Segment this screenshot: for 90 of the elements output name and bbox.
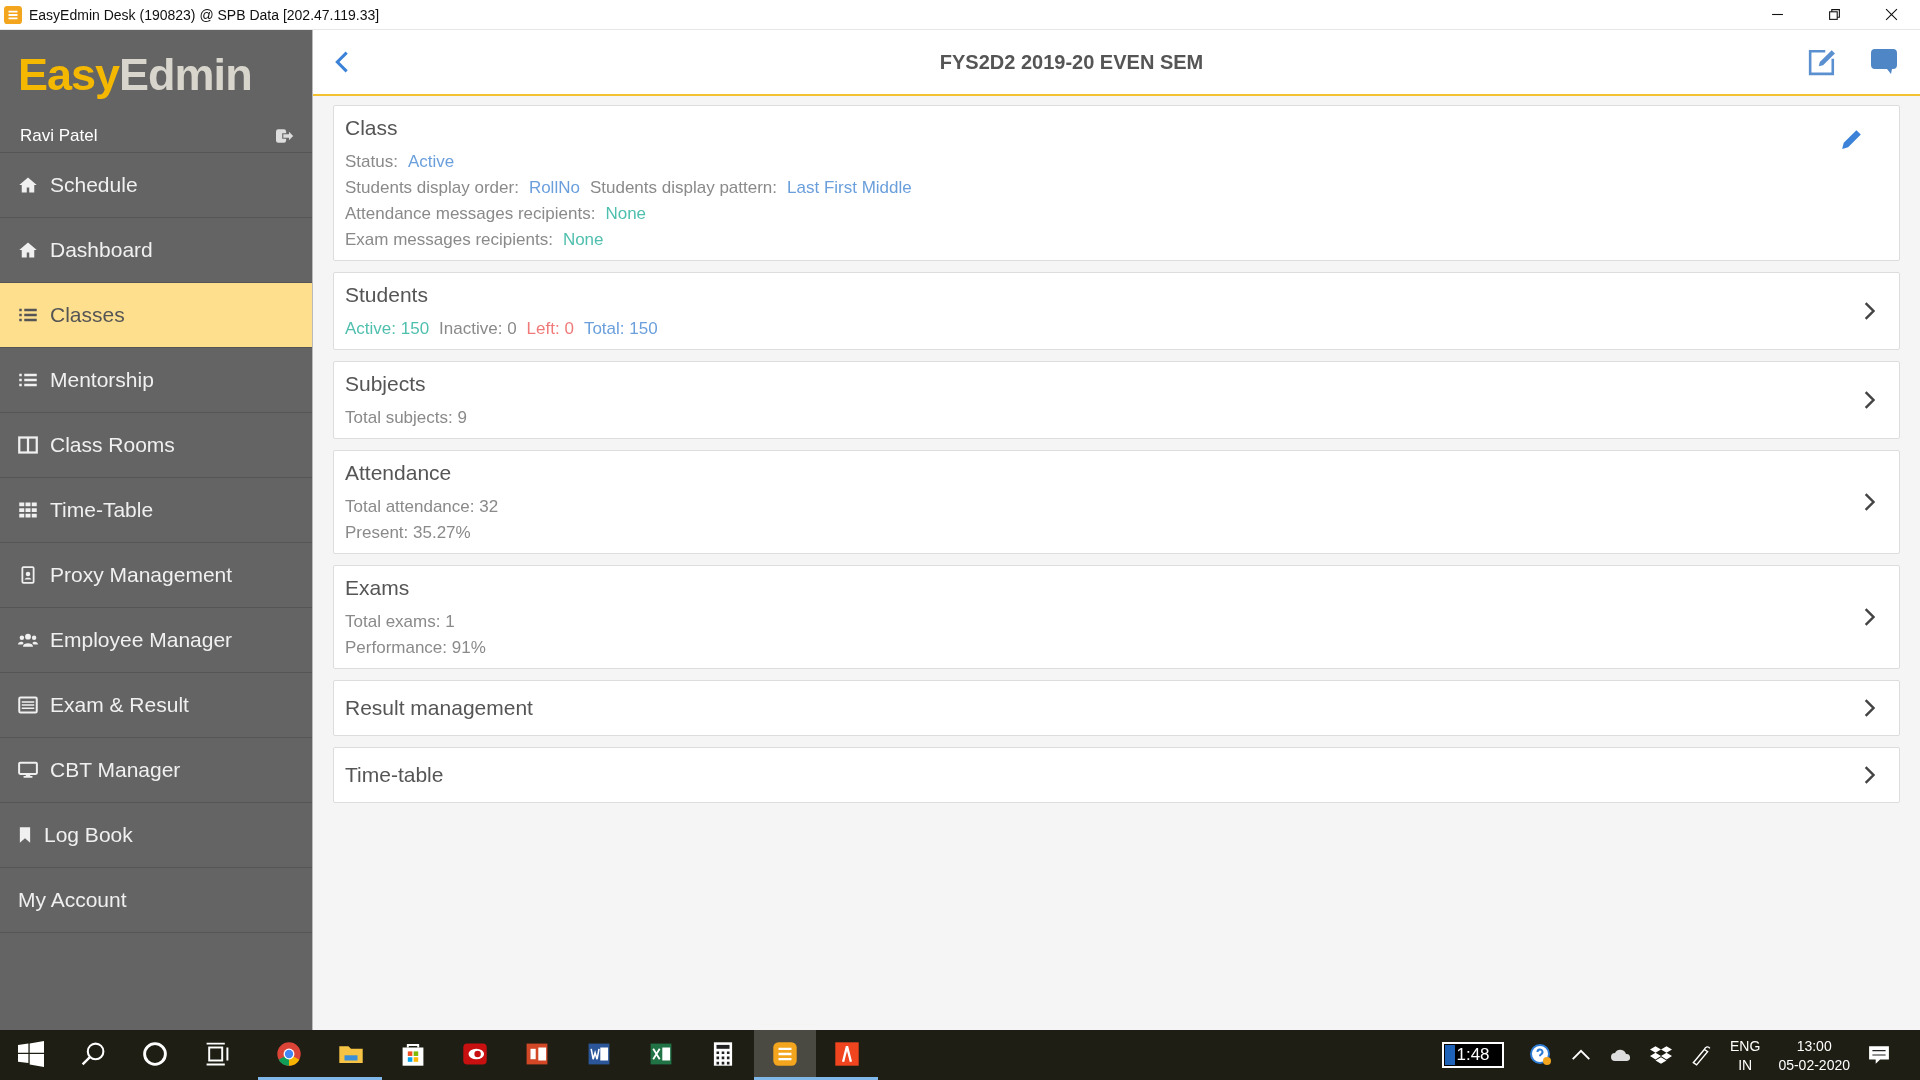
info-text: Total exams: 1: [345, 612, 455, 632]
clock-date[interactable]: 05-02-2020: [1778, 1056, 1850, 1073]
list-icon: [18, 371, 38, 389]
pen-icon[interactable]: [1690, 1044, 1713, 1066]
page-title: FYS2D2 2019-20 EVEN SEM: [938, 50, 1205, 74]
sidebar-item[interactable]: Employee Manager: [0, 608, 312, 673]
id-badge-icon: [18, 566, 38, 584]
card-background[interactable]: Subjects Total subjects: 9: [333, 361, 1900, 439]
search-icon: [80, 1040, 106, 1067]
logout-icon[interactable]: [276, 128, 294, 144]
card-background[interactable]: Class Status: Active Students display order: RollNo Students display pattern: Last First Middle Attendance messages recipients: None Exam messages recipients: None: [333, 105, 1900, 261]
circle-icon: [142, 1040, 168, 1067]
card-background[interactable]: Students Active: 150 Inactive: 0 Left: 0 Total: 150: [333, 272, 1900, 350]
restore-icon[interactable]: [1828, 8, 1841, 21]
sidebar-item[interactable]: Exam & Result: [0, 673, 312, 738]
sidebar-item[interactable]: CBT Manager: [0, 738, 312, 803]
app-icon: [4, 5, 22, 24]
list-icon: [18, 306, 38, 324]
sidebar-item[interactable]: Class Rooms: [0, 413, 312, 478]
info-text: Performance: 91%: [345, 638, 486, 658]
card-background[interactable]: Exams Total exams: 1 Performance: 91%: [333, 565, 1900, 669]
info-text: Active: 150: [345, 319, 430, 339]
info-text: Present: 35.27%: [345, 523, 471, 543]
chevron-right-icon[interactable]: [1863, 492, 1875, 512]
app-icon: [772, 1040, 798, 1067]
sidebar-item[interactable]: Proxy Management: [0, 543, 312, 608]
info-text: Students display pattern:: [589, 178, 778, 198]
card-title: Students: [345, 283, 429, 307]
clock-time[interactable]: 13:00: [1796, 1037, 1832, 1054]
taskbar-button[interactable]: [754, 1030, 816, 1080]
card-title: Subjects: [345, 372, 427, 396]
logo: EasyEdmin: [17, 48, 253, 102]
card-background[interactable]: Result management: [333, 680, 1900, 736]
columns-icon: [18, 436, 38, 454]
back-icon[interactable]: [335, 50, 349, 74]
info-text: Attendance messages recipients:: [345, 204, 596, 224]
info-text: Status:: [345, 152, 398, 172]
sidebar-item[interactable]: My Account: [0, 868, 312, 933]
sidebar-item[interactable]: Log Book: [0, 803, 312, 868]
close-icon[interactable]: [1885, 8, 1898, 21]
users-icon: [18, 631, 38, 649]
chevron-right-icon[interactable]: [1863, 698, 1875, 718]
chevron-right-icon[interactable]: [1863, 301, 1875, 321]
pencil-icon[interactable]: [1841, 128, 1863, 150]
sidebar-item[interactable]: Schedule: [0, 153, 312, 218]
chat-icon[interactable]: [1870, 48, 1898, 76]
window-title: EasyEdmin Desk (190823) @ SPB Data [202.47.119.33]: [29, 6, 380, 23]
user-name: Ravi Patel: [20, 126, 98, 146]
chevron-right-icon[interactable]: [1863, 607, 1875, 627]
bookmark-icon: [18, 826, 32, 844]
info-text: Active: [407, 152, 455, 172]
edit-icon[interactable]: [1808, 48, 1836, 76]
card-title: Exams: [345, 576, 411, 600]
info-text: None: [605, 204, 647, 224]
info-text: Total attendance: 32: [345, 497, 499, 517]
info-text: None: [562, 230, 604, 250]
card-title: Time-table: [345, 763, 445, 787]
info-text: Last First Middle: [787, 178, 912, 198]
card-title: Attendance: [345, 461, 453, 485]
notification-icon[interactable]: [1868, 1044, 1890, 1066]
sidebar-item[interactable]: Classes: [0, 283, 312, 348]
chevron-right-icon[interactable]: [1863, 390, 1875, 410]
pdf-app-icon: [834, 1040, 860, 1067]
help-icon[interactable]: [1530, 1044, 1553, 1066]
windows-logo-icon: [18, 1040, 44, 1067]
battery-indicator[interactable]: 1:48: [1442, 1042, 1505, 1068]
home-icon: [18, 176, 38, 194]
browser-icon: [276, 1040, 302, 1067]
box-icon[interactable]: [1650, 1044, 1673, 1066]
list-card-icon: [18, 696, 38, 714]
home-icon: [18, 241, 38, 259]
task-view-icon: [204, 1040, 230, 1067]
chevron-right-icon[interactable]: [1863, 765, 1875, 785]
grid-icon: [18, 501, 38, 519]
info-text: Left: 0: [526, 319, 574, 339]
info-text: Exam messages recipients:: [345, 230, 553, 250]
info-text: RollNo: [528, 178, 580, 198]
info-text: Inactive: 0: [439, 319, 517, 339]
info-text: Total: 150: [583, 319, 658, 339]
info-text: Total subjects: 9: [345, 408, 467, 428]
info-text: Students display order:: [345, 178, 519, 198]
card-background[interactable]: Time-table: [333, 747, 1900, 803]
region-text[interactable]: IN: [1738, 1056, 1753, 1073]
card-title: Class: [345, 116, 399, 140]
language-text[interactable]: ENG: [1730, 1037, 1761, 1054]
sidebar-item[interactable]: Time-Table: [0, 478, 312, 543]
card-title: Result management: [345, 696, 534, 720]
sidebar-item[interactable]: Mentorship: [0, 348, 312, 413]
card-background[interactable]: Attendance Total attendance: 32 Present: 35.27%: [333, 450, 1900, 554]
monitor-icon: [18, 761, 38, 779]
